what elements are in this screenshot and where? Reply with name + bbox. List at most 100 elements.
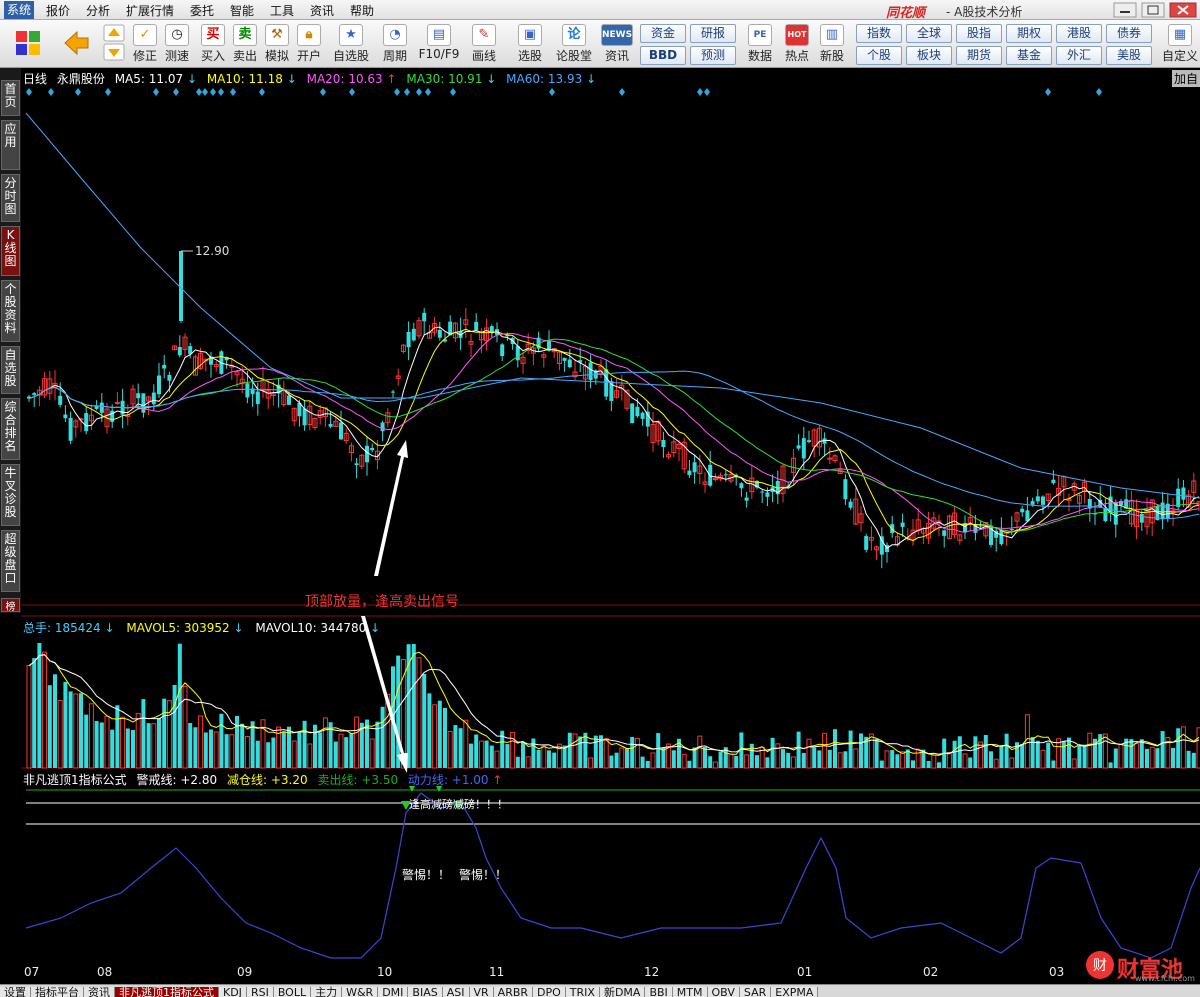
pe-icon: PE (748, 24, 772, 46)
toolbar-draw-button[interactable]: ✎ 画线 (466, 24, 502, 64)
button-sector[interactable]: 板块 (906, 46, 952, 65)
bottom-tab[interactable]: BOLL (273, 987, 312, 997)
button-futures[interactable]: 期货 (956, 46, 1002, 65)
toolbar-new-stock-button[interactable]: ▥ 新股 (816, 24, 848, 64)
side-tab-super-panel[interactable]: 超级盘口 (1, 530, 20, 592)
button-us-stock[interactable]: 美股 (1106, 46, 1152, 65)
button-bbd[interactable]: BBD (640, 46, 686, 65)
bottom-tab[interactable]: DPO (533, 987, 566, 997)
moving-average-lines (25, 112, 1200, 549)
button-funds[interactable]: 基金 (1006, 46, 1052, 65)
bottom-tab[interactable]: 新DMA (599, 987, 646, 997)
toolbar-back-button[interactable] (56, 24, 96, 64)
x-label-09: 09 (237, 965, 253, 979)
button-forecast[interactable]: 预测 (690, 46, 736, 65)
menu-item-tools[interactable]: 工具 (270, 2, 294, 19)
clock-icon: ◷ (165, 24, 189, 46)
bottom-tab[interactable]: OBV (707, 987, 740, 997)
side-tab-watchlist[interactable]: 自选股 (1, 346, 20, 394)
toolbar-f10-button[interactable]: ▤ F10/F9 (418, 24, 460, 64)
bottom-tab[interactable]: VR (469, 987, 494, 997)
toolbar-sell-button[interactable]: 卖卖出 (230, 24, 260, 64)
toolbar-watchlist-button[interactable]: ★ 自选股 (332, 24, 370, 64)
menu-item-extended[interactable]: 扩展行情 (126, 2, 174, 19)
bottom-tab[interactable]: 设置 (0, 987, 31, 997)
svg-text:财: 财 (1093, 958, 1107, 974)
toolbar-hot-button[interactable]: HOT 热点 (781, 24, 813, 64)
bottom-tab[interactable]: W&R (342, 987, 379, 997)
toolbar-custom-button[interactable]: ▦ 自定义 (1160, 24, 1200, 64)
bottom-tab[interactable]: BBI (645, 987, 673, 997)
bottom-tab[interactable]: ARBR (493, 987, 534, 997)
menu-item-info[interactable]: 资讯 (310, 2, 334, 19)
high-price-marker: 12.90 (181, 244, 229, 258)
toolbar-lungutang-button[interactable]: 论论股堂 (554, 24, 594, 64)
wallet-logo-icon: 财 (1086, 951, 1114, 979)
menu-item-smart[interactable]: 智能 (230, 2, 254, 19)
indicator-info-line: 非凡逃顶1指标公式 警戒线: +2.80 减仓线: +3.20 卖出线: +3.… (23, 771, 502, 788)
x-label-10: 10 (377, 965, 393, 979)
bottom-tab[interactable]: SAR (739, 987, 772, 997)
total-volume-label: 总手: 185424 ↓ (23, 621, 115, 635)
mavol5-label: MAVOL5: 303952 ↓ (126, 621, 244, 635)
bottom-tab[interactable]: 非凡逃顶1指标公式 (115, 987, 219, 997)
button-forex[interactable]: 外汇 (1056, 46, 1102, 65)
side-tab-profile[interactable]: 个股资料 (1, 280, 20, 342)
button-hk-stock[interactable]: 港股 (1056, 24, 1102, 43)
button-single-stock[interactable]: 个股 (856, 46, 902, 65)
bottom-tab[interactable]: BIAS (408, 987, 443, 997)
toolbar-speed-button[interactable]: ◷ 测速 (162, 24, 192, 64)
window-buttons-icon[interactable] (1110, 0, 1200, 20)
indicator-panel (25, 789, 1200, 959)
sell-icon: 卖 (233, 24, 257, 46)
toolbar-select-stock-button[interactable]: ▣ 选股 (512, 24, 548, 64)
toolbar-news-button[interactable]: NEWS 资讯 (600, 24, 634, 64)
toolbar: ✓ 修正 ◷ 测速 买买入 卖卖出 ⚒ 模拟 🔒︎ 开户 ★ 自选股 ◔ 周期 ▤ F10/F… (0, 20, 1200, 68)
chart-area[interactable]: 日线 永鼎股份 MA5: 11.07 ↓ MA10: 11.18 ↓ MA20:… (21, 68, 1200, 984)
event-markers (26, 88, 1102, 96)
star-icon: ★ (339, 24, 363, 46)
toolbar-correct-button[interactable]: ✓ 修正 (130, 24, 160, 64)
bottom-tab[interactable]: 主力 (311, 987, 343, 997)
menu-item-analysis[interactable]: 分析 (86, 2, 110, 19)
side-tab-ranking[interactable]: 综合排名 (1, 398, 20, 460)
bottom-tab[interactable]: 指标平台 (31, 987, 84, 997)
toolbar-buy-button[interactable]: 买买入 (198, 24, 228, 64)
button-capital[interactable]: 资金 (640, 24, 686, 43)
bottom-tab[interactable]: DMI (378, 987, 409, 997)
toolbar-period-button[interactable]: ◔ 周期 (376, 24, 414, 64)
side-tab-diagnosis[interactable]: 牛叉诊股 (1, 464, 20, 526)
button-stock-index[interactable]: 股指 (956, 24, 1002, 43)
bottom-tab[interactable]: 资讯 (84, 987, 115, 997)
side-tab-bang[interactable]: 榜 (1, 598, 20, 613)
menu-item-system[interactable]: 系统 (4, 1, 35, 19)
side-tab-kline[interactable]: K线图 (1, 226, 20, 276)
watermark-url: www.cfchi.com (1135, 974, 1195, 983)
x-label-02: 02 (923, 965, 939, 979)
toolbar-grid-button[interactable] (8, 24, 48, 64)
menu-item-help[interactable]: 帮助 (350, 2, 374, 19)
bottom-tab[interactable]: TRIX (565, 987, 600, 997)
menu-item-quote[interactable]: 报价 (46, 2, 70, 19)
button-index[interactable]: 指数 (856, 24, 902, 43)
side-tab-apps[interactable]: 应用 (1, 120, 20, 170)
button-research[interactable]: 研报 (690, 24, 736, 43)
bottom-tab[interactable]: EXPMA (771, 987, 819, 997)
button-global[interactable]: 全球 (906, 24, 952, 43)
bottom-tab[interactable]: RSI (246, 987, 274, 997)
toolbar-data-button[interactable]: PE 数据 (744, 24, 776, 64)
toolbar-simulate-button[interactable]: ⚒ 模拟 (262, 24, 292, 64)
toolbar-open-account-button[interactable]: 🔒︎ 开户 (294, 24, 324, 64)
menu-item-entrust[interactable]: 委托 (190, 2, 214, 19)
side-tab-timeshare[interactable]: 分时图 (1, 174, 20, 222)
bottom-tab[interactable]: MTM (672, 987, 708, 997)
correct-icon: ✓ (133, 24, 157, 46)
side-tab-home[interactable]: 首页 (1, 80, 20, 116)
bottom-tab[interactable]: KDJ (219, 987, 247, 997)
warning-line-label: 警戒线: +2.80 (136, 773, 218, 787)
button-options[interactable]: 期权 (1006, 24, 1052, 43)
bottom-tab[interactable]: ASI (442, 987, 470, 997)
toolbar-updown-button[interactable] (100, 24, 128, 64)
button-bonds[interactable]: 债券 (1106, 24, 1152, 43)
hammer-icon: ⚒ (265, 24, 289, 46)
